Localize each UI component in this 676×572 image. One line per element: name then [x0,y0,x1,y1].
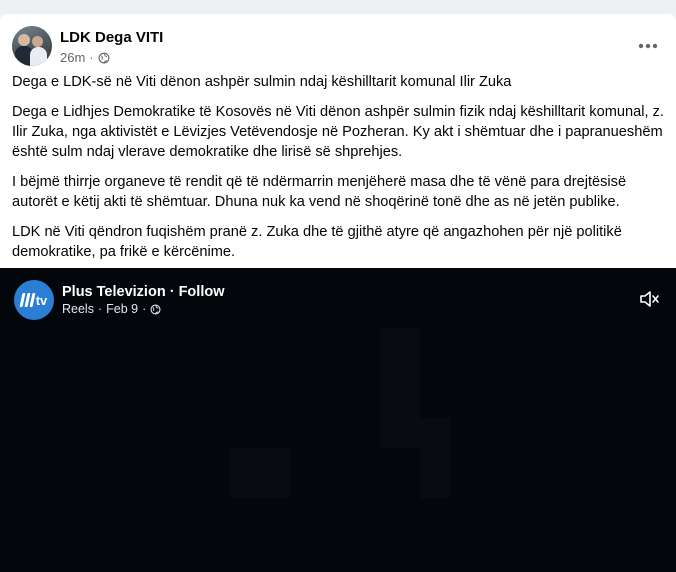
post-paragraph: I bëjmë thirrje organeve të rendit që të… [12,174,627,210]
globe-icon[interactable] [150,303,161,315]
page-name[interactable]: LDK Dega VITI [60,29,163,46]
page-avatar[interactable] [12,26,52,66]
video-source[interactable]: Reels [62,302,94,316]
post-paragraph: Dega e LDK-së në Viti dënon ashpër sulmi… [12,74,512,90]
post-meta: 26m · [60,50,110,65]
channel-logo[interactable]: tv [14,280,54,320]
globe-icon[interactable] [98,52,110,64]
meta-separator: · [89,50,94,65]
post-paragraph: Dega e Lidhjes Demokratike të Kosovës në… [12,104,664,160]
top-strip [0,0,676,14]
embedded-reel-video[interactable]: tv Plus Televizion · Follow Reels · Feb … [0,268,676,572]
title-dot: · [165,284,179,300]
channel-name[interactable]: Plus Televizion [62,284,166,300]
post-header: LDK Dega VITI 26m · [12,26,664,68]
post-body: Dega e LDK-së në Viti dënon ashpër sulmi… [12,72,664,272]
muted-speaker-icon[interactable] [638,288,660,310]
post-card: LDK Dega VITI 26m · Dega e LDK-së në Vit… [0,14,676,572]
video-meta: Reels · Feb 9 · [62,302,161,316]
post-time[interactable]: 26m [60,50,85,65]
channel-logo-text: tv [35,292,48,308]
video-title: Plus Televizion · Follow [62,284,225,300]
video-meta-separator: · [97,302,103,316]
more-options-icon[interactable] [636,34,660,58]
post-paragraph: LDK në Viti qëndron fuqishëm pranë z. Zu… [12,224,622,260]
follow-button[interactable]: Follow [179,284,225,300]
video-date[interactable]: Feb 9 [106,302,138,316]
video-meta-separator: · [142,302,147,316]
